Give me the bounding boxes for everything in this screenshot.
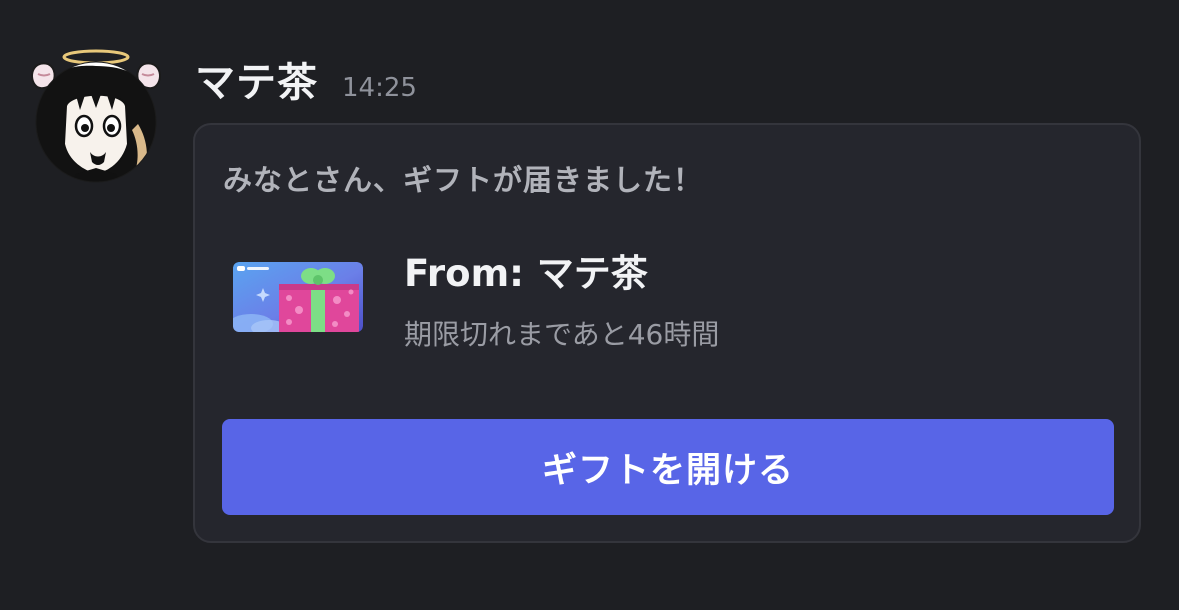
avatar-image: [31, 49, 161, 183]
gift-card: みなとさん、ギフトが届きました！ From: マテ茶 期限切れまであと46時間 …: [193, 123, 1141, 543]
message-header: マテ茶 14:25: [195, 50, 417, 110]
gift-expiry: 期限切れまであと46時間: [404, 318, 720, 351]
open-gift-button[interactable]: ギフトを開ける: [222, 419, 1114, 515]
timestamp: 14:25: [342, 73, 417, 103]
gift-thumbnail: [233, 262, 363, 332]
chat-message: マテ茶 14:25 みなとさん、ギフトが届きました！ From: マテ茶 期限切…: [0, 0, 1179, 610]
gift-heading: みなとさん、ギフトが届きました！: [223, 163, 704, 197]
gift-box-icon: [233, 262, 363, 332]
gift-sender: From: マテ茶: [404, 252, 648, 295]
username[interactable]: マテ茶: [195, 50, 318, 108]
avatar[interactable]: [26, 44, 166, 189]
